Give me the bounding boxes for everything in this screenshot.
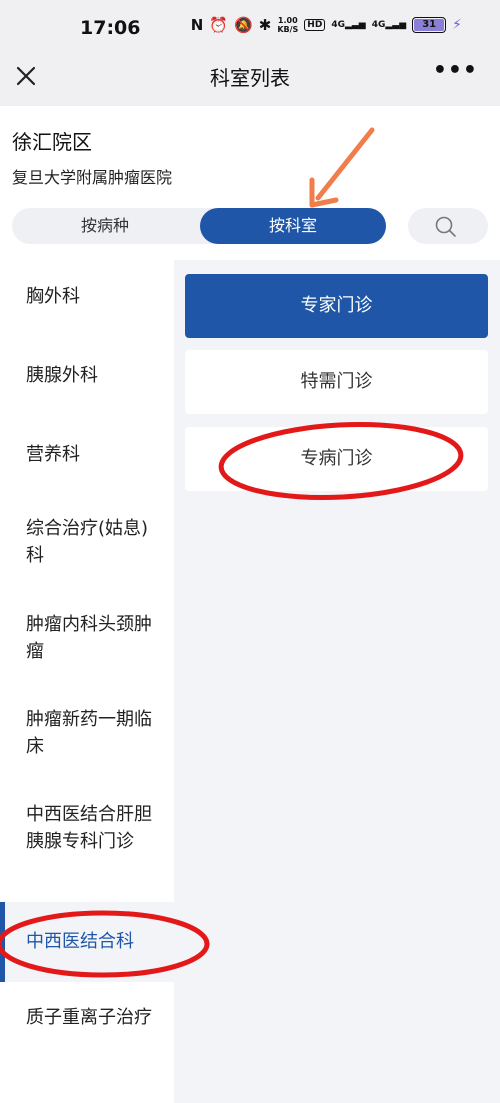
nfc-icon: N	[190, 15, 204, 34]
network-speed-value: 1.00	[277, 16, 298, 25]
status-time: 17:06	[80, 17, 141, 39]
page-title: 科室列表	[210, 66, 290, 90]
search-icon	[435, 216, 456, 237]
tab-by-disease[interactable]: 按病种	[12, 208, 198, 244]
department-item[interactable]: 营养科	[0, 441, 174, 468]
hospital-name: 复旦大学附属肿瘤医院	[12, 168, 173, 187]
charging-icon: ⚡	[452, 17, 462, 33]
bluetooth-icon: ✱	[258, 15, 272, 34]
clinic-pane: 专家门诊 特需门诊 专病门诊	[174, 260, 500, 1103]
battery-level: 31	[414, 19, 445, 31]
view-mode-switch: 按病种 按科室	[12, 208, 386, 244]
department-item[interactable]: 胰腺外科	[0, 362, 174, 389]
clinic-option-expert[interactable]: 专家门诊	[185, 274, 488, 338]
network-speed-unit: KB/S	[277, 25, 299, 34]
department-item-label: 中西医结合科	[26, 931, 134, 952]
status-bar: 17:06 N ⏰ 🔕 ✱ 1.00 KB/S HD 4G▂▃▅ 4G▂▃▅ 3…	[0, 0, 500, 56]
department-item[interactable]: 中西医结合肝胆胰腺专科门诊	[0, 801, 174, 855]
clinic-option-specialty-disease[interactable]: 专病门诊	[185, 427, 488, 491]
selected-indicator	[0, 902, 5, 982]
clinic-option-special-needs[interactable]: 特需门诊	[185, 350, 488, 414]
mute-icon: 🔕	[234, 15, 253, 34]
department-list: 胸外科 胰腺外科 营养科 综合治疗(姑息)科 肿瘤内科头颈肿瘤 肿瘤新药一期临床…	[0, 260, 174, 1103]
search-button[interactable]	[408, 208, 488, 244]
department-item[interactable]: 肿瘤内科头颈肿瘤	[0, 611, 174, 665]
campus-name: 徐汇院区	[12, 130, 92, 154]
status-icons: N ⏰ 🔕 ✱ 1.00 KB/S HD 4G▂▃▅ 4G▂▃▅ 31 ⚡	[191, 16, 462, 34]
nav-bar: 科室列表 •••	[0, 56, 500, 106]
tab-by-department[interactable]: 按科室	[200, 208, 386, 244]
alarm-icon: ⏰	[209, 15, 229, 34]
campus-header: 徐汇院区 复旦大学附属肿瘤医院 按病种 按科室	[0, 106, 500, 260]
hd-badge: HD	[304, 19, 326, 31]
more-options-button[interactable]: •••	[433, 58, 478, 83]
department-item[interactable]: 质子重离子治疗	[0, 1004, 174, 1031]
battery-icon: 31	[412, 17, 447, 33]
signal-label-2: 4G	[371, 20, 386, 30]
department-item[interactable]: 胸外科	[0, 283, 174, 310]
signal-icon-1: 4G▂▃▅	[331, 20, 366, 30]
signal-label-1: 4G	[331, 20, 345, 30]
network-speed: 1.00 KB/S	[277, 16, 298, 34]
department-item[interactable]: 综合治疗(姑息)科	[0, 515, 174, 569]
department-item[interactable]: 肿瘤新药一期临床	[0, 706, 174, 760]
department-item-selected[interactable]: 中西医结合科	[0, 902, 174, 982]
signal-icon-2: 4G▂▃▅	[371, 20, 407, 30]
